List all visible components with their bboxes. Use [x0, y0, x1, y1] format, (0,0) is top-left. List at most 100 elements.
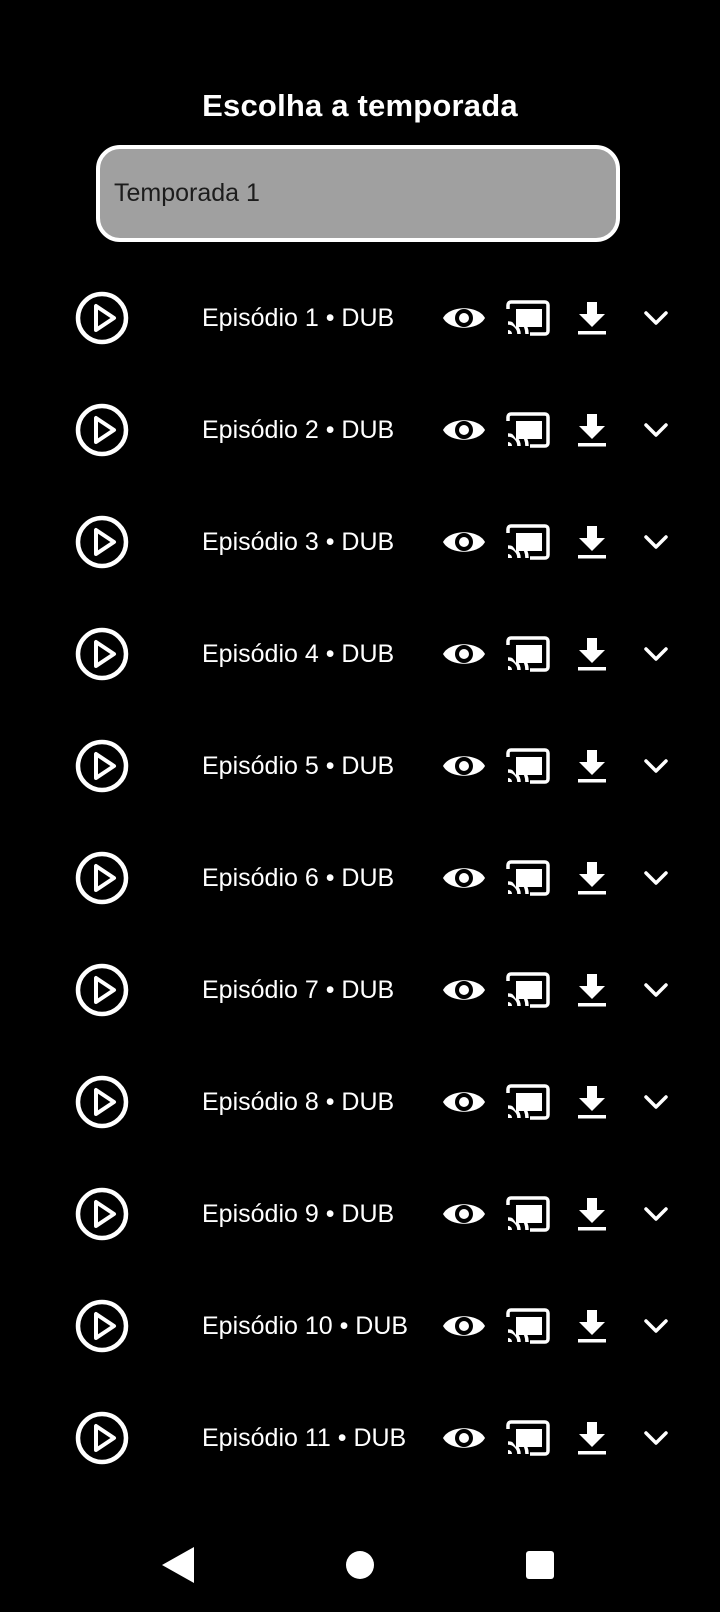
watched-button[interactable] [440, 1078, 488, 1126]
episode-row: Episódio 3 • DUB [0, 486, 720, 598]
cast-button[interactable] [503, 294, 551, 342]
play-circle-icon[interactable] [74, 738, 130, 794]
play-circle-icon[interactable] [74, 514, 130, 570]
episode-list: Episódio 1 • DUB Episódio 2 • DUB Episód… [0, 262, 720, 1494]
expand-button[interactable] [632, 518, 680, 566]
recents-square-icon[interactable] [525, 1550, 555, 1580]
download-icon [578, 1422, 606, 1455]
season-dropdown[interactable]: Temporada 1 [96, 145, 620, 242]
season-episodes-screen: Escolha a temporada Temporada 1 Episódio… [0, 0, 720, 1612]
chevron-down-icon [644, 423, 668, 437]
watched-button[interactable] [440, 966, 488, 1014]
cast-icon [506, 412, 550, 448]
cast-button[interactable] [503, 1414, 551, 1462]
play-circle-icon[interactable] [74, 290, 130, 346]
download-button[interactable] [568, 630, 616, 678]
cast-button[interactable] [503, 1078, 551, 1126]
play-circle-icon[interactable] [74, 1074, 130, 1130]
episode-row: Episódio 1 • DUB [0, 262, 720, 374]
download-button[interactable] [568, 1414, 616, 1462]
watched-button[interactable] [440, 1190, 488, 1238]
eye-icon [443, 308, 485, 328]
play-circle-icon[interactable] [74, 402, 130, 458]
episode-label[interactable]: Episódio 8 • DUB [202, 1046, 394, 1158]
download-button[interactable] [568, 854, 616, 902]
expand-button[interactable] [632, 742, 680, 790]
expand-button[interactable] [632, 406, 680, 454]
play-circle-icon[interactable] [74, 1410, 130, 1466]
episode-label[interactable]: Episódio 1 • DUB [202, 262, 394, 374]
cast-icon [506, 636, 550, 672]
expand-button[interactable] [632, 1302, 680, 1350]
download-button[interactable] [568, 294, 616, 342]
download-button[interactable] [568, 966, 616, 1014]
chevron-down-icon [644, 1207, 668, 1221]
episode-row: Episódio 9 • DUB [0, 1158, 720, 1270]
cast-icon [506, 1196, 550, 1232]
download-button[interactable] [568, 1302, 616, 1350]
eye-icon [443, 756, 485, 776]
episode-label[interactable]: Episódio 5 • DUB [202, 710, 394, 822]
episode-label[interactable]: Episódio 11 • DUB [202, 1382, 406, 1494]
episode-label[interactable]: Episódio 6 • DUB [202, 822, 394, 934]
watched-button[interactable] [440, 406, 488, 454]
cast-button[interactable] [503, 518, 551, 566]
watched-button[interactable] [440, 518, 488, 566]
episode-label[interactable]: Episódio 2 • DUB [202, 374, 394, 486]
expand-button[interactable] [632, 1190, 680, 1238]
watched-button[interactable] [440, 294, 488, 342]
cast-button[interactable] [503, 1302, 551, 1350]
download-button[interactable] [568, 518, 616, 566]
chevron-down-icon [644, 1095, 668, 1109]
download-icon [578, 974, 606, 1007]
expand-button[interactable] [632, 630, 680, 678]
download-button[interactable] [568, 1190, 616, 1238]
expand-button[interactable] [632, 966, 680, 1014]
watched-button[interactable] [440, 742, 488, 790]
cast-button[interactable] [503, 1190, 551, 1238]
chevron-down-icon [644, 311, 668, 325]
watched-button[interactable] [440, 1414, 488, 1462]
eye-icon [443, 1092, 485, 1112]
episode-label[interactable]: Episódio 9 • DUB [202, 1158, 394, 1270]
cast-button[interactable] [503, 966, 551, 1014]
episode-label[interactable]: Episódio 7 • DUB [202, 934, 394, 1046]
expand-button[interactable] [632, 1414, 680, 1462]
expand-button[interactable] [632, 1078, 680, 1126]
download-button[interactable] [568, 1078, 616, 1126]
episode-label[interactable]: Episódio 10 • DUB [202, 1270, 408, 1382]
cast-icon [506, 1420, 550, 1456]
download-button[interactable] [568, 406, 616, 454]
episode-row: Episódio 7 • DUB [0, 934, 720, 1046]
cast-button[interactable] [503, 742, 551, 790]
episode-label[interactable]: Episódio 4 • DUB [202, 598, 394, 710]
watched-button[interactable] [440, 1302, 488, 1350]
play-circle-icon[interactable] [74, 626, 130, 682]
cast-button[interactable] [503, 854, 551, 902]
eye-icon [443, 532, 485, 552]
download-icon [578, 750, 606, 783]
watched-button[interactable] [440, 630, 488, 678]
chevron-down-icon [644, 871, 668, 885]
chevron-down-icon [644, 759, 668, 773]
cast-button[interactable] [503, 630, 551, 678]
play-circle-icon[interactable] [74, 1298, 130, 1354]
download-icon [578, 862, 606, 895]
cast-icon [506, 1084, 550, 1120]
eye-icon [443, 1428, 485, 1448]
episode-label[interactable]: Episódio 3 • DUB [202, 486, 394, 598]
home-circle-icon[interactable] [345, 1550, 375, 1580]
play-circle-icon[interactable] [74, 1186, 130, 1242]
episode-row: Episódio 5 • DUB [0, 710, 720, 822]
expand-button[interactable] [632, 854, 680, 902]
back-triangle-icon[interactable] [160, 1545, 196, 1585]
cast-icon [506, 972, 550, 1008]
eye-icon [443, 420, 485, 440]
download-button[interactable] [568, 742, 616, 790]
expand-button[interactable] [632, 294, 680, 342]
play-circle-icon[interactable] [74, 962, 130, 1018]
cast-button[interactable] [503, 406, 551, 454]
eye-icon [443, 1316, 485, 1336]
play-circle-icon[interactable] [74, 850, 130, 906]
watched-button[interactable] [440, 854, 488, 902]
